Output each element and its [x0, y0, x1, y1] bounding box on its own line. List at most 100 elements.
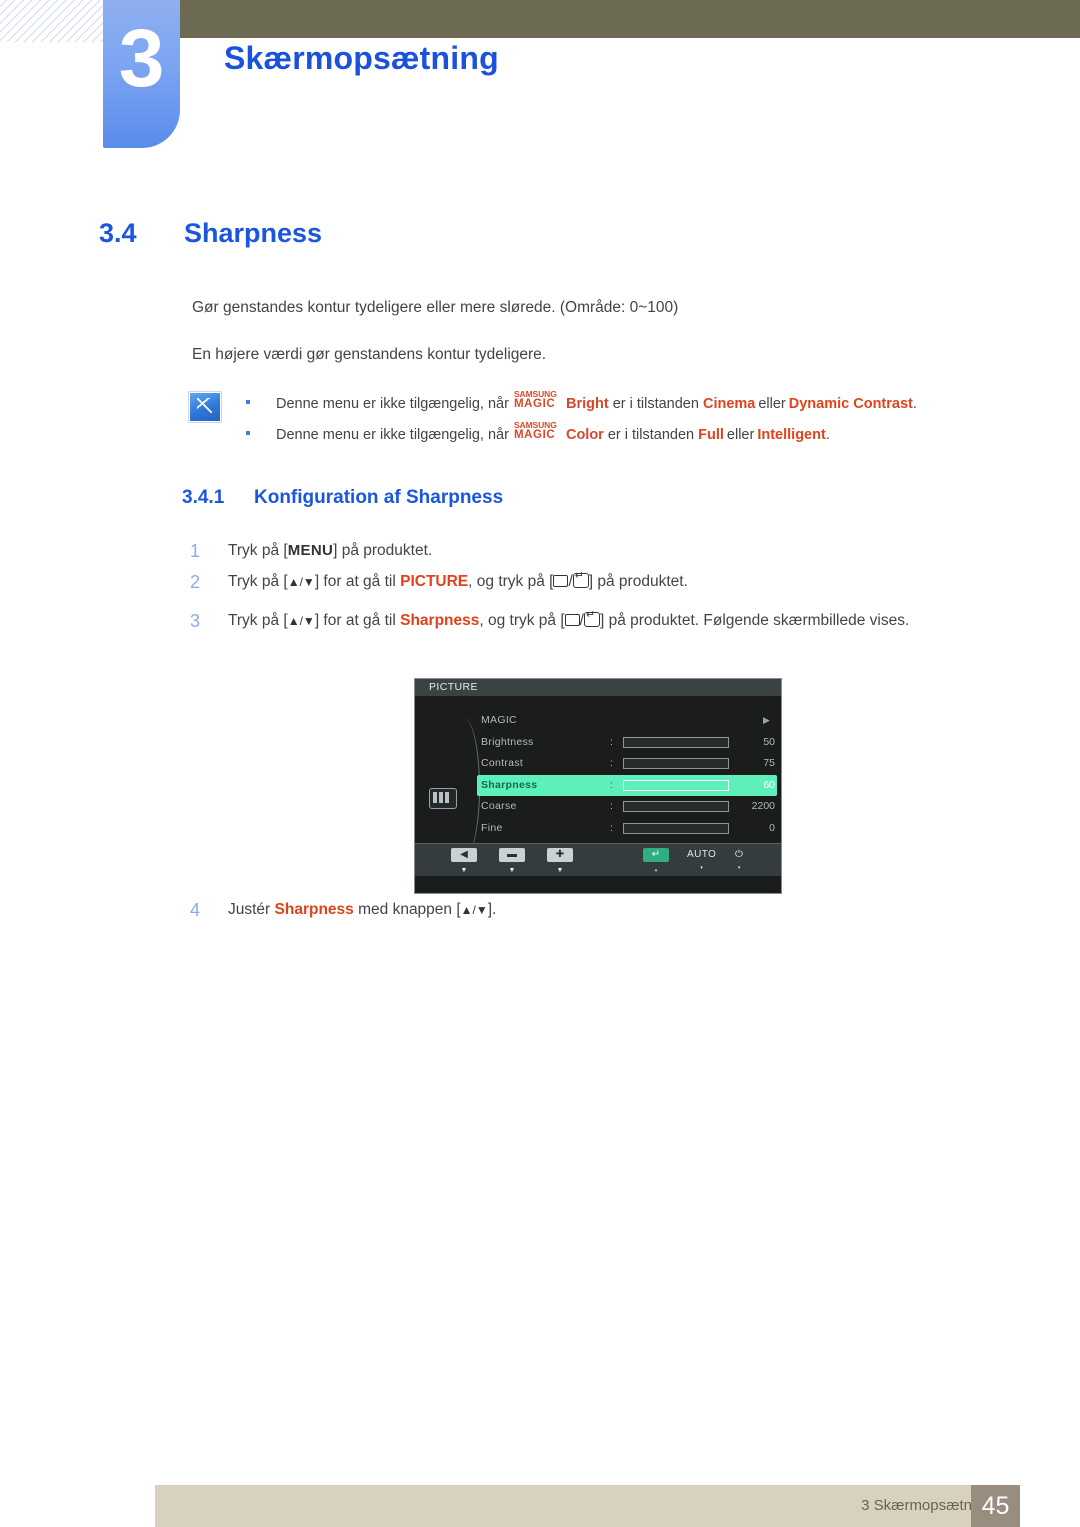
chevron-right-icon: ▶ — [763, 715, 770, 725]
magic-logo-bottom: MAGIC — [513, 429, 556, 441]
minus-icon: ▬ — [499, 848, 525, 862]
enter-icon: ↵ — [643, 848, 669, 862]
step-target: PICTURE — [400, 573, 469, 590]
step-number: 3 — [190, 611, 201, 631]
note-pencil-icon — [189, 392, 221, 422]
osd-row-sharpness[interactable]: Sharpness : 60 — [477, 774, 777, 796]
step-text-c: , og tryk på [ — [468, 573, 554, 590]
osd-colon: : — [610, 778, 613, 791]
osd-button-back[interactable]: ◀ ▼ — [451, 848, 477, 875]
bullet-icon — [246, 431, 250, 435]
note-item: Denne menu er ikke tilgængelig, når SAMS… — [240, 390, 1030, 423]
power-icon: ⏻ — [735, 849, 744, 860]
magic-logo-bottom: MAGIC — [513, 398, 556, 410]
step-number: 4 — [190, 900, 201, 920]
osd-button-tick: ▼ — [460, 867, 468, 874]
samsung-magic-logo: SAMSUNG MAGIC — [513, 421, 566, 443]
osd-slider[interactable] — [623, 779, 729, 791]
step-text: Tryk på [MENU] på produktet. — [228, 538, 1020, 564]
osd-button-tick: ▾ — [654, 868, 658, 874]
osd-button-plus[interactable]: ✚ ▼ — [547, 848, 573, 875]
osd-row-coarse[interactable]: Coarse : 2200 — [477, 796, 777, 818]
osd-row-label: Contrast — [481, 757, 524, 769]
magic-feature-name: Bright — [565, 396, 609, 412]
step-number: 2 — [190, 572, 201, 592]
note-end: . — [825, 427, 830, 443]
chapter-number: 3 — [118, 13, 165, 104]
section-number: 3.4 — [99, 218, 137, 248]
step-text-a: Tryk på [ — [228, 542, 288, 559]
menu-keycap: MENU — [287, 542, 334, 559]
note-value-1: Full — [698, 427, 724, 443]
step-text-b: ] på produktet. — [333, 542, 433, 559]
decorative-hatch-pattern — [0, 0, 118, 42]
up-down-arrows-icon: ▲/▼ — [460, 903, 488, 917]
osd-row-label: Fine — [481, 821, 503, 834]
note-end: . — [912, 396, 917, 412]
step-text: Tryk på [▲/▼] for at gå til PICTURE, og … — [228, 569, 1020, 595]
intro-paragraph-1: Gør genstandes kontur tydeligere eller m… — [192, 299, 679, 316]
step-text-c: , og tryk på [ — [479, 612, 565, 629]
osd-button-tick: ▾ — [737, 865, 741, 871]
osd-button-minus[interactable]: ▬ ▼ — [499, 848, 525, 875]
osd-slider[interactable] — [623, 736, 729, 748]
chapter-number-tab: 3 — [103, 0, 180, 148]
enter-button-icon — [583, 609, 600, 627]
up-down-arrows-icon: ▲/▼ — [287, 575, 315, 589]
step-text-b: med knappen [ — [358, 901, 461, 918]
osd-slider[interactable] — [623, 758, 729, 769]
osd-slider[interactable] — [623, 801, 729, 812]
osd-row-value: 75 — [763, 757, 775, 769]
note-list: Denne menu er ikke tilgængelig, når SAMS… — [240, 390, 1030, 454]
osd-colon: : — [610, 800, 613, 812]
step-text-a: Tryk på [ — [228, 573, 288, 590]
osd-title: PICTURE — [415, 679, 781, 696]
osd-row-value: 60 — [763, 778, 775, 791]
note-value-2: Intelligent — [757, 427, 826, 443]
osd-button-bar: ◀ ▼ ▬ ▼ ✚ ▼ ↵ ▾ AUTO ▾ ⏻ ▾ — [415, 843, 781, 876]
osd-colon: : — [610, 821, 613, 834]
enter-button-icon — [572, 570, 589, 588]
osd-row-brightness[interactable]: Brightness : 50 — [477, 732, 777, 754]
osd-button-tick: ▼ — [508, 867, 516, 874]
magic-feature-name: Color — [565, 427, 604, 443]
osd-menu-rows: MAGIC ▶ Brightness : 50 Contrast : 75 Sh… — [477, 710, 777, 861]
step-text-c: ]. — [487, 901, 497, 918]
osd-body: MAGIC ▶ Brightness : 50 Contrast : 75 Sh… — [415, 696, 781, 876]
step-text-b: ] for at gå til — [314, 573, 396, 590]
note-conj: eller — [758, 396, 786, 412]
osd-button-power[interactable]: ⏻ ▾ — [735, 848, 743, 872]
step-2: 2 Tryk på [▲/▼] for at gå til PICTURE, o… — [190, 569, 1020, 595]
osd-row-magic[interactable]: MAGIC ▶ — [477, 710, 777, 732]
subsection-number: 3.4.1 — [182, 487, 225, 508]
step-4: 4 Justér Sharpness med knappen [▲/▼]. — [190, 897, 1020, 923]
step-number: 1 — [190, 541, 201, 561]
note-middle: er i tilstanden — [612, 396, 699, 412]
note-value-2: Dynamic Contrast — [788, 396, 913, 412]
osd-colon: : — [610, 757, 613, 769]
osd-button-enter[interactable]: ↵ ▾ — [643, 848, 669, 875]
samsung-magic-logo: SAMSUNG MAGIC — [513, 390, 566, 412]
note-item: Denne menu er ikke tilgængelig, når SAMS… — [240, 421, 1030, 454]
auto-label: AUTO — [687, 849, 717, 860]
osd-row-value: 50 — [763, 735, 775, 748]
osd-slider[interactable] — [623, 822, 729, 834]
note-prefix: Denne menu er ikke tilgængelig, når — [276, 396, 509, 412]
intro-paragraph-2: En højere værdi gør genstandens kontur t… — [192, 346, 547, 363]
osd-button-tick: ▾ — [700, 865, 703, 871]
page-title: 3.4 Sharpness — [99, 218, 322, 249]
subsection-title: Konfiguration af Sharpness — [254, 487, 504, 508]
section-title: Sharpness — [184, 218, 323, 248]
osd-row-contrast[interactable]: Contrast : 75 — [477, 753, 777, 775]
bullet-icon — [246, 400, 250, 404]
subsection-heading: 3.4.1 Konfiguration af Sharpness — [182, 487, 503, 509]
osd-row-fine[interactable]: Fine : 0 — [477, 818, 777, 840]
osd-button-auto[interactable]: AUTO ▾ — [687, 848, 716, 872]
source-button-icon — [564, 614, 580, 626]
source-button-icon — [553, 575, 569, 587]
page-number: 45 — [971, 1485, 1020, 1527]
note-prefix: Denne menu er ikke tilgængelig, når — [276, 427, 509, 443]
plus-icon: ✚ — [547, 848, 573, 862]
step-1: 1 Tryk på [MENU] på produktet. — [190, 538, 1020, 564]
step-text: Tryk på [▲/▼] for at gå til Sharpness, o… — [228, 608, 1020, 634]
